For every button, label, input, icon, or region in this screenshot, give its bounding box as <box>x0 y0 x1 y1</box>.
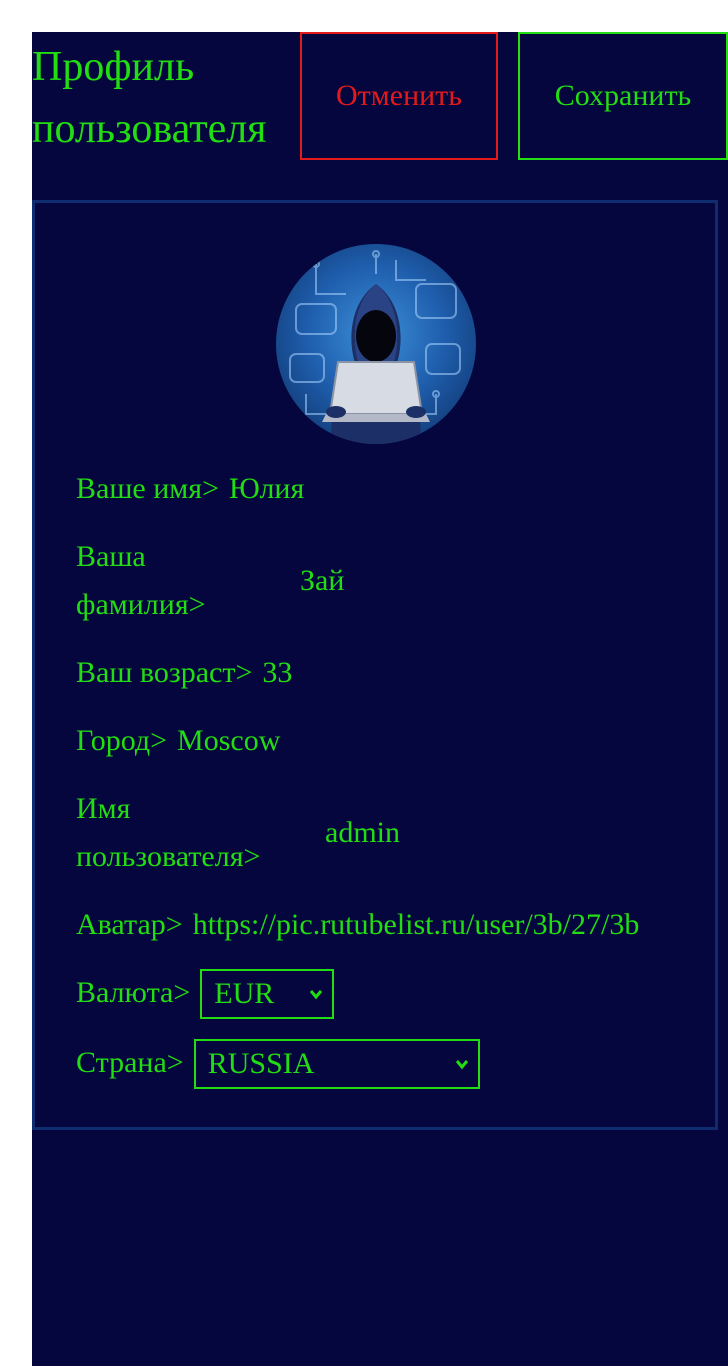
country-field: Страна> RUSSIA <box>76 1039 480 1089</box>
save-button[interactable]: Сохранить <box>518 32 728 160</box>
chevron-down-icon <box>455 1060 468 1070</box>
currency-select[interactable]: EUR <box>200 969 335 1019</box>
profile-card: Ваше имя> Юлия Ваша фамилия> Зай Ваш воз… <box>32 200 718 1130</box>
avatar-url-field: Аватар> https://pic.rutubelist.ru/user/3… <box>76 901 639 949</box>
last-name-field: Ваша фамилия> Зай <box>76 533 344 629</box>
chevron-down-icon <box>310 990 323 1000</box>
avatar-url-label: Аватар> <box>76 908 183 941</box>
last-name-value[interactable]: Зай <box>300 557 344 605</box>
last-name-label: Ваша фамилия> <box>76 540 206 621</box>
age-value[interactable]: 33 <box>262 649 292 697</box>
city-value[interactable]: Moscow <box>177 717 280 765</box>
first-name-value[interactable]: Юлия <box>229 465 304 513</box>
avatar-url-value[interactable]: https://pic.rutubelist.ru/user/3b/27/3b <box>193 901 640 949</box>
username-field: Имя пользователя> admin <box>76 785 400 881</box>
profile-page: Профиль пользователя Отменить Сохранить <box>32 32 728 1366</box>
first-name-label: Ваше имя> <box>76 472 219 505</box>
currency-selected: EUR <box>214 977 275 1010</box>
hooded-hacker-avatar <box>289 250 461 444</box>
city-label: Город> <box>76 724 168 757</box>
country-label: Страна> <box>76 1046 184 1079</box>
page-title: Профиль пользователя <box>32 44 267 152</box>
age-field: Ваш возраст> 33 <box>76 649 292 697</box>
first-name-field: Ваше имя> Юлия <box>76 465 304 513</box>
currency-label: Валюта> <box>76 976 191 1009</box>
username-label: Имя пользователя> <box>76 792 261 873</box>
city-field: Город> Moscow <box>76 717 280 765</box>
avatar <box>276 244 476 444</box>
cancel-button[interactable]: Отменить <box>300 32 498 160</box>
country-select[interactable]: RUSSIA <box>193 1039 480 1089</box>
currency-field: Валюта> EUR <box>76 969 335 1019</box>
country-selected: RUSSIA <box>207 1047 315 1080</box>
username-value[interactable]: admin <box>325 809 400 857</box>
age-label: Ваш возраст> <box>76 656 253 689</box>
